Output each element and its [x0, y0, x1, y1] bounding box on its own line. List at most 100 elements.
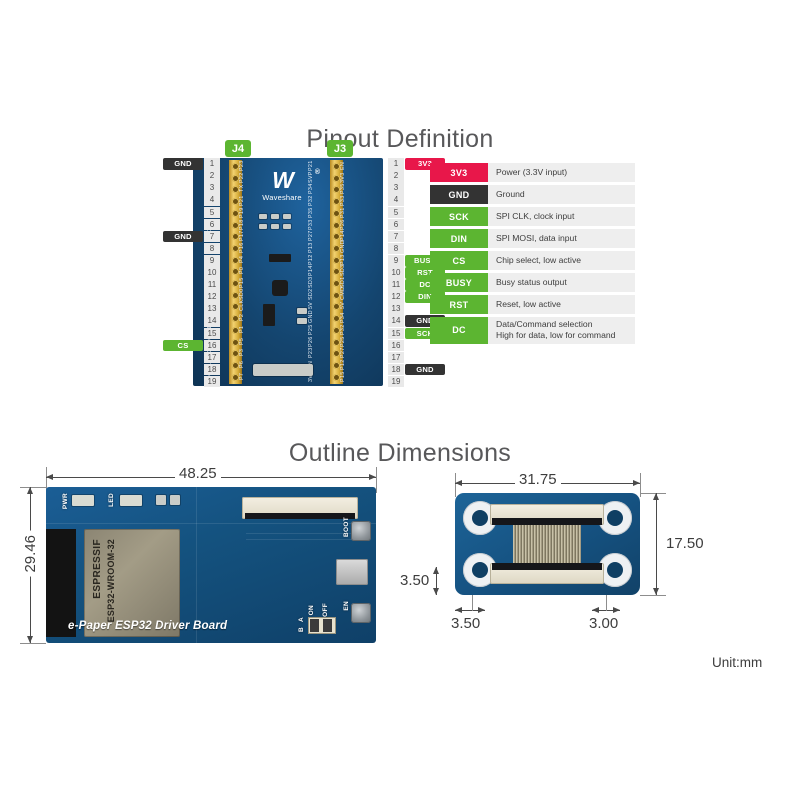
legend-key-badge: SCK	[430, 207, 488, 226]
dimension-arrow	[652, 493, 659, 500]
pin-number: 1	[204, 158, 220, 170]
module-part-number: ESP32-WROOM-32	[106, 539, 116, 623]
silkscreen-pin-name: SD3	[340, 264, 346, 277]
smd-resistor	[271, 224, 279, 229]
pin-function-tag-empty	[163, 243, 203, 255]
silkscreen-pin-name: P3	[239, 349, 245, 357]
pin-row: GND 1	[163, 158, 221, 170]
pin-number: 8	[204, 242, 220, 255]
pin-row: 12	[163, 291, 221, 303]
pin-number: 5	[388, 206, 404, 219]
legend-key-badge: 3V3	[430, 163, 488, 182]
pin-number: 6	[204, 218, 220, 231]
pin-row: 9	[163, 254, 221, 267]
pin-number: 19	[388, 375, 404, 388]
legend-description: Data/Command selection High for data, lo…	[496, 319, 616, 341]
legend-row: RST Reset, low active	[430, 295, 635, 314]
extension-line	[640, 595, 666, 596]
pin-number: 17	[388, 351, 404, 364]
pin-number: 3	[388, 182, 404, 194]
pin-function-tag: GND	[163, 230, 203, 243]
legend-row: CS Chip select, low active	[430, 251, 635, 270]
pin-row: 14	[163, 315, 221, 328]
pin-number: 15	[388, 327, 404, 340]
pin-function-tag-empty	[163, 170, 203, 182]
silkscreen-pin-name: 3V3	[340, 171, 346, 183]
silkscreen-j3-inner: P21 SVP P34 P32 P35 P33 P27 P13 P12 P14 SD3 SD2 5V GN…	[308, 160, 331, 384]
pin-row: 11	[163, 279, 221, 291]
pin-number: 13	[204, 303, 220, 315]
silkscreen-pin-name: P15	[340, 370, 346, 382]
pin-function-tag-empty	[163, 194, 203, 206]
pin-function-tag-empty	[163, 182, 203, 194]
silkscreen-pin-name: SD2	[308, 288, 314, 300]
silkscreen-pin-name: P27	[340, 347, 346, 358]
silkscreen-pin-name: P5	[239, 337, 245, 345]
pin-function-tag-empty	[405, 352, 445, 364]
led-pwr	[72, 495, 94, 506]
pin-number: 18	[388, 363, 404, 376]
silkscreen-pin-name: P34	[340, 312, 346, 323]
silkscreen-pin-name: P22	[239, 171, 245, 183]
extension-line	[20, 487, 46, 488]
pin-row: 5	[163, 206, 221, 219]
silkscreen-pin-name: P0	[239, 267, 245, 275]
pin-number: 11	[388, 279, 404, 291]
legend-key-badge: BUSY	[430, 273, 488, 292]
pin-row: 13	[163, 303, 221, 315]
pin-row: 8	[163, 242, 221, 255]
dimension-arrow	[455, 606, 462, 613]
dimension-arrow	[592, 606, 599, 613]
smd-chip	[269, 254, 291, 262]
pin-number: 16	[388, 339, 404, 352]
dip-switch[interactable]	[308, 617, 336, 634]
silkscreen-pin-name: P32	[308, 195, 314, 206]
pin-number: 2	[388, 170, 404, 182]
legend-description: Busy status output	[496, 276, 567, 287]
label-boot: BOOT	[343, 517, 350, 537]
pin-number: 8	[388, 242, 404, 255]
silkscreen-pin-name: P25	[308, 324, 314, 335]
pin-table-j4: GND 1 2 3 4 5 6 GND 7 8 9 10 11 12 13 14 15 CS 16 17 18 19	[163, 158, 221, 388]
legend-row: DC Data/Command selection High for data, …	[430, 317, 635, 344]
pin-number: 7	[204, 230, 220, 243]
driver-board-illustration: W ® Waveshare GND3V3P22P21RXP20GNDP19P18…	[193, 158, 383, 386]
dimension-line-height	[656, 493, 657, 595]
pin-row: 19	[387, 375, 445, 388]
pin-row: CS 16	[163, 339, 221, 352]
extension-line	[472, 595, 473, 611]
pin-number: 5	[204, 206, 220, 219]
extension-line	[606, 595, 607, 611]
legend-row: GND Ground	[430, 185, 635, 204]
pin-number: 19	[204, 375, 220, 388]
legend-row: SCK SPI CLK, clock input	[430, 207, 635, 226]
pin-number: 12	[388, 291, 404, 303]
en-button[interactable]	[351, 603, 371, 623]
silkscreen-pin-name: P14	[308, 265, 314, 277]
legend-key-badge: DC	[430, 317, 488, 344]
silkscreen-pin-name: P12	[308, 253, 314, 265]
legend-description: Reset, low active	[496, 298, 561, 309]
pin-row: 18	[163, 363, 221, 376]
legend-description: SPI CLK, clock input	[496, 210, 575, 221]
dimension-value-width: 48.25	[175, 465, 221, 482]
pin-number: 14	[388, 315, 404, 328]
silkscreen-pin-name: CMD	[340, 286, 346, 300]
silkscreen-pin-name: P4	[239, 255, 245, 263]
legend-description: Ground	[496, 188, 525, 199]
boot-button[interactable]	[351, 521, 371, 541]
legend-row: 3V3 Power (3.3V input)	[430, 163, 635, 182]
silkscreen-pin-name: P26	[308, 335, 314, 347]
pin-row: 17	[163, 351, 221, 364]
pin-row: 10	[163, 267, 221, 279]
pin-number: 18	[204, 363, 220, 376]
silkscreen-j3-outer: EN 3V3 P35 P33 P31 P26 P14 GND P13 SD3 SD1 CMD 5V P34…	[340, 160, 363, 384]
silkscreen-pin-name: P35	[340, 183, 346, 195]
waveshare-glyph: W	[272, 167, 294, 193]
silkscreen-j4-outer: P23 P22 TX P21 P19 P18 P17 P16 P4 P0 P15 SD0 CLK P2 P1…	[239, 160, 262, 384]
pin-row: 4	[163, 194, 221, 207]
silkscreen-pin-name: P23	[239, 160, 245, 171]
pin-number: 9	[204, 254, 220, 267]
legend-key-badge: GND	[430, 185, 488, 204]
dimension-arrow	[432, 588, 439, 595]
